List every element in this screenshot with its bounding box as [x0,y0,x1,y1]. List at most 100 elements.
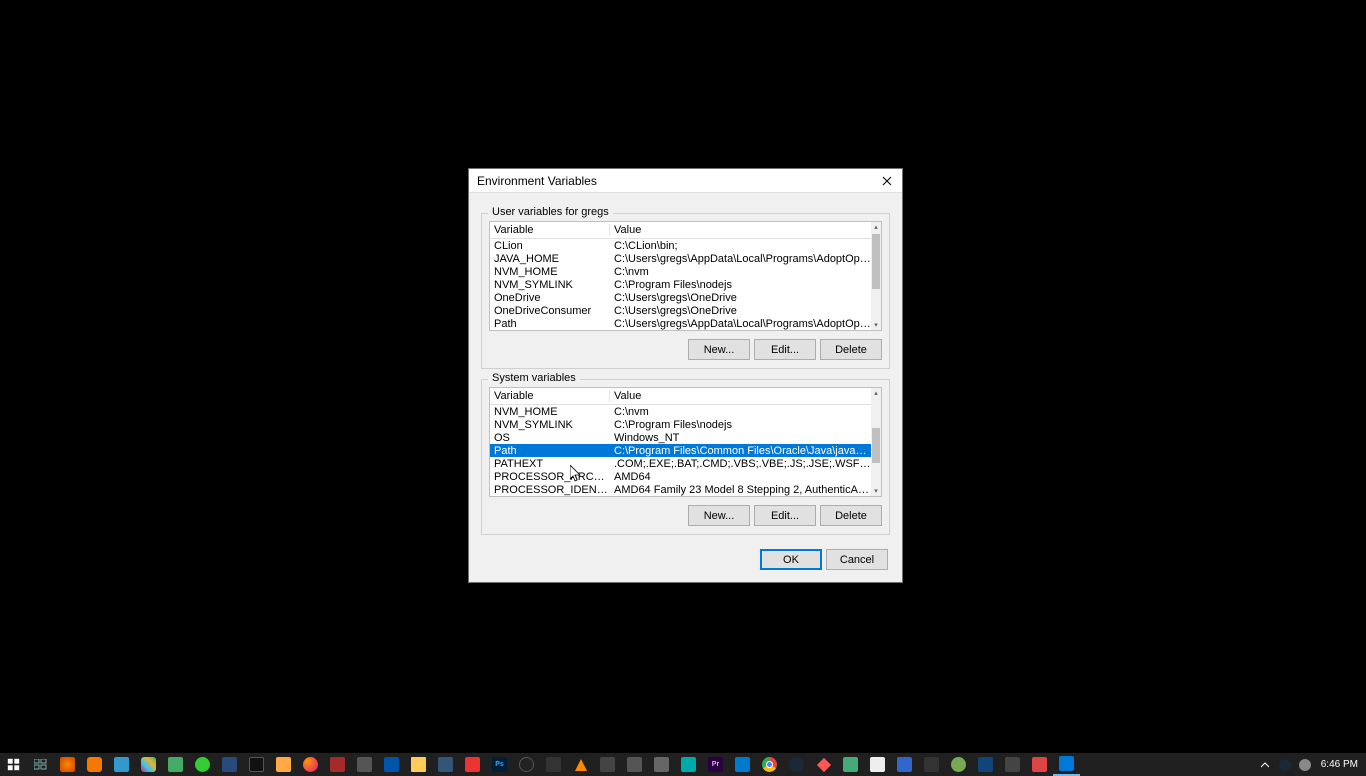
taskbar-app-2[interactable] [108,753,135,776]
taskbar-app-14[interactable] [621,753,648,776]
taskbar-app-blender[interactable] [81,753,108,776]
taskbar-app-1[interactable] [54,753,81,776]
taskbar-app-3[interactable] [162,753,189,776]
taskbar-app-4[interactable] [216,753,243,776]
taskview-icon [34,759,47,770]
scroll-down-icon[interactable]: ▾ [871,320,881,330]
var-value: C:\Program Files\Common Files\Oracle\Jav… [610,445,871,457]
taskbar-app-messages[interactable] [189,753,216,776]
close-button[interactable] [872,169,902,193]
var-value: C:\Users\gregs\OneDrive [610,292,871,304]
scrollbar[interactable]: ▴ ▾ [871,388,881,496]
taskbar-app-21[interactable] [918,753,945,776]
dialog-body: User variables for gregs Variable Value … [469,193,902,582]
dialog-button-row: OK Cancel [481,549,890,570]
var-value: Windows_NT [610,432,871,444]
user-group-label: User variables for gregs [488,206,613,218]
ok-button[interactable]: OK [760,549,822,570]
col-variable[interactable]: Variable [490,224,610,236]
table-row[interactable]: PROCESSOR_IDENTIFIERAMD64 Family 23 Mode… [490,483,871,496]
taskbar-app-25[interactable] [1026,753,1053,776]
taskbar-app-premiere[interactable]: Pr [702,753,729,776]
table-row[interactable]: PathC:\Program Files\Common Files\Oracle… [490,444,871,457]
var-name: NVM_SYMLINK [490,419,610,431]
tray-overflow-icon[interactable] [1255,753,1275,776]
taskbar-app-chrome[interactable] [756,753,783,776]
user-new-button[interactable]: New... [688,339,750,360]
taskbar-app-7[interactable] [324,753,351,776]
table-row[interactable]: PATHEXT.COM;.EXE;.BAT;.CMD;.VBS;.VBE;.JS… [490,457,871,470]
system-new-button[interactable]: New... [688,505,750,526]
table-row[interactable]: PathC:\Users\gregs\AppData\Local\Program… [490,317,871,330]
taskbar-app-22[interactable] [945,753,972,776]
system-delete-button[interactable]: Delete [820,505,882,526]
taskbar-app-18[interactable] [837,753,864,776]
taskbar-app-explorer[interactable] [405,753,432,776]
taskbar-app-vlc[interactable] [567,753,594,776]
taskbar-app-12[interactable] [540,753,567,776]
scroll-thumb[interactable] [872,234,880,289]
dialog-title: Environment Variables [477,174,872,188]
taskbar-app-5[interactable] [243,753,270,776]
user-variables-group: User variables for gregs Variable Value … [481,213,890,369]
system-edit-button[interactable]: Edit... [754,505,816,526]
table-row[interactable]: OneDriveConsumerC:\Users\gregs\OneDrive [490,304,871,317]
taskbar-app-10[interactable] [432,753,459,776]
table-row[interactable]: NVM_SYMLINKC:\Program Files\nodejs [490,278,871,291]
taskbar-app-6[interactable] [270,753,297,776]
taskbar-app-15[interactable] [648,753,675,776]
scroll-thumb[interactable] [872,428,880,463]
table-row[interactable]: NVM_SYMLINKC:\Program Files\nodejs [490,418,871,431]
taskbar-app-11[interactable] [459,753,486,776]
var-name: NVM_HOME [490,266,610,278]
taskbar-app-vscode[interactable] [729,753,756,776]
table-row[interactable]: PROCESSOR_ARCHITECTUREAMD64 [490,470,871,483]
taskbar-app-steam[interactable] [783,753,810,776]
table-row[interactable]: OSWindows_NT [490,431,871,444]
taskbar-app-firefox[interactable] [297,753,324,776]
table-row[interactable]: NVM_HOMEC:\nvm [490,405,871,418]
col-variable[interactable]: Variable [490,390,610,402]
windows-icon [7,758,20,771]
user-variables-list[interactable]: Variable Value CLionC:\CLion\bin;JAVA_HO… [489,221,882,331]
taskbar-app-9[interactable] [378,753,405,776]
taskbar-app-photoshop[interactable]: Ps [486,753,513,776]
taskview-button[interactable] [27,753,54,776]
cancel-button[interactable]: Cancel [826,549,888,570]
var-value: AMD64 [610,471,871,483]
taskbar-app-8[interactable] [351,753,378,776]
start-button[interactable] [0,753,27,776]
system-variables-list[interactable]: Variable Value NVM_HOMEC:\nvmNVM_SYMLINK… [489,387,882,497]
table-row[interactable]: JAVA_HOMEC:\Users\gregs\AppData\Local\Pr… [490,252,871,265]
taskbar-app-20[interactable] [891,753,918,776]
taskbar-app-settings[interactable] [1053,753,1080,776]
col-value[interactable]: Value [610,390,871,402]
tray-steam-icon[interactable] [1275,753,1295,776]
taskbar-app-slack[interactable] [135,753,162,776]
taskbar-app-24[interactable] [999,753,1026,776]
col-value[interactable]: Value [610,224,871,236]
var-value: C:\Program Files\nodejs [610,279,871,291]
table-row[interactable]: OneDriveC:\Users\gregs\OneDrive [490,291,871,304]
var-name: Path [490,445,610,457]
tray-app-icon[interactable] [1295,753,1315,776]
scroll-down-icon[interactable]: ▾ [871,486,881,496]
table-row[interactable]: CLionC:\CLion\bin; [490,239,871,252]
user-edit-button[interactable]: Edit... [754,339,816,360]
taskbar-app-19[interactable] [864,753,891,776]
scrollbar[interactable]: ▴ ▾ [871,222,881,330]
taskbar-app-16[interactable] [675,753,702,776]
taskbar-app-obs[interactable] [513,753,540,776]
system-tray: 6:46 PM [1255,753,1366,776]
taskbar-app-17[interactable] [810,753,837,776]
user-delete-button[interactable]: Delete [820,339,882,360]
scroll-up-icon[interactable]: ▴ [871,222,881,232]
table-row[interactable]: NVM_HOMEC:\nvm [490,265,871,278]
close-icon [882,176,892,186]
taskbar-app-23[interactable] [972,753,999,776]
scroll-up-icon[interactable]: ▴ [871,388,881,398]
var-name: CLion [490,240,610,252]
clock[interactable]: 6:46 PM [1315,759,1364,770]
var-value: C:\Users\gregs\AppData\Local\Programs\Ad… [610,318,871,330]
taskbar-app-13[interactable] [594,753,621,776]
